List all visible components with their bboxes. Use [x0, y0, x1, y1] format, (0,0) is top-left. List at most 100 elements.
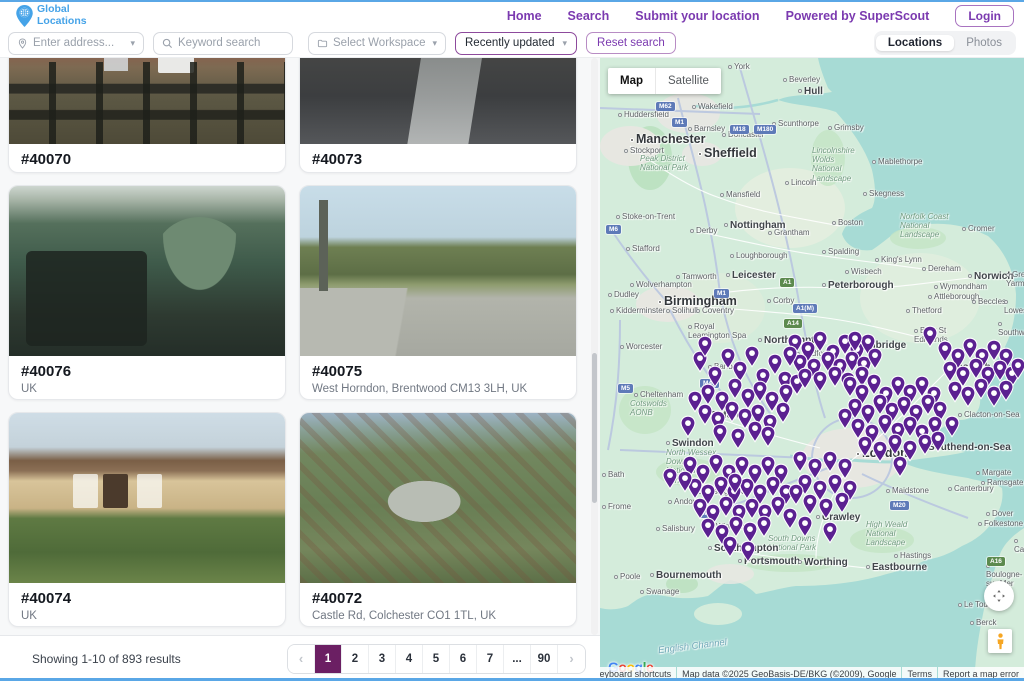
map-pin[interactable]: [793, 451, 807, 472]
map-pin[interactable]: [721, 348, 735, 369]
map-pin[interactable]: [838, 458, 852, 479]
map-pin[interactable]: [768, 354, 782, 375]
pagination-page-4[interactable]: 4: [396, 645, 423, 673]
map-pin[interactable]: [819, 498, 833, 519]
map-pin[interactable]: [757, 516, 771, 537]
workspace-select[interactable]: Select Workspace ▾: [308, 32, 446, 55]
pagination-page-2[interactable]: 2: [342, 645, 369, 673]
app-logo[interactable]: GlobalLocations: [16, 4, 87, 26]
map-pin[interactable]: [969, 358, 983, 379]
map-pin[interactable]: [948, 381, 962, 402]
map-pin[interactable]: [731, 428, 745, 449]
map-pin[interactable]: [931, 431, 945, 452]
pan-control-button[interactable]: [984, 581, 1014, 611]
map-pin[interactable]: [943, 361, 957, 382]
login-button[interactable]: Login: [955, 5, 1014, 27]
pagination-page-...[interactable]: ...: [504, 645, 531, 673]
map-pin[interactable]: [741, 388, 755, 409]
list-scrollbar[interactable]: [591, 58, 598, 635]
map-pin[interactable]: [748, 421, 762, 442]
map-pin[interactable]: [823, 451, 837, 472]
toggle-locations[interactable]: Locations: [876, 35, 954, 51]
map-pin[interactable]: [728, 378, 742, 399]
map-panel[interactable]: YorkLeedsBradfordBeverleyHullWakefieldHu…: [600, 58, 1024, 681]
map-pin[interactable]: [873, 441, 887, 462]
map-pin[interactable]: [708, 366, 722, 387]
map-pin[interactable]: [745, 498, 759, 519]
pagination-page-1[interactable]: 1: [315, 645, 342, 673]
location-card-40074[interactable]: #40074 UK: [8, 412, 286, 627]
map-pin[interactable]: [987, 386, 1001, 407]
nav-submit-location[interactable]: Submit your location: [635, 9, 759, 23]
address-input[interactable]: Enter address... ▾: [8, 32, 144, 55]
pagination-page-6[interactable]: 6: [450, 645, 477, 673]
map-pin[interactable]: [851, 418, 865, 439]
map-pin[interactable]: [945, 416, 959, 437]
pagination-page-5[interactable]: 5: [423, 645, 450, 673]
map-pin[interactable]: [903, 440, 917, 461]
map-pin[interactable]: [693, 498, 707, 519]
location-card-40075[interactable]: #40075 West Horndon, Brentwood CM13 3LH,…: [299, 185, 577, 400]
map-type-map[interactable]: Map: [608, 68, 655, 94]
map-pin[interactable]: [897, 396, 911, 417]
nav-powered-by[interactable]: Powered by SuperScout: [786, 9, 930, 23]
map-pin[interactable]: [713, 424, 727, 445]
map-pin[interactable]: [709, 454, 723, 475]
map-pin[interactable]: [681, 416, 695, 437]
map-pin[interactable]: [714, 476, 728, 497]
map-pin[interactable]: [903, 416, 917, 437]
map-pin[interactable]: [698, 404, 712, 425]
map-pin[interactable]: [725, 401, 739, 422]
location-card-40073[interactable]: #40073: [299, 58, 577, 173]
keyword-search-input[interactable]: Keyword search: [153, 32, 293, 55]
map-pin[interactable]: [701, 518, 715, 539]
scrollbar-thumb[interactable]: [592, 353, 597, 503]
map-pin[interactable]: [743, 522, 757, 543]
location-card-40072[interactable]: #40072 Castle Rd, Colchester CO1 1TL, UK: [299, 412, 577, 627]
pegman-button[interactable]: [988, 629, 1012, 653]
sort-select[interactable]: Recently updated ▾: [455, 32, 577, 55]
map-pin[interactable]: [828, 366, 842, 387]
location-card-40076[interactable]: #40076 UK: [8, 185, 286, 400]
map-pin[interactable]: [993, 360, 1007, 381]
map-pin[interactable]: [974, 378, 988, 399]
map-pin[interactable]: [745, 346, 759, 367]
map-pin[interactable]: [766, 476, 780, 497]
map-pin[interactable]: [723, 536, 737, 557]
map-pin[interactable]: [893, 456, 907, 477]
map-pin[interactable]: [789, 484, 803, 505]
map-pin[interactable]: [701, 384, 715, 405]
map-pin[interactable]: [961, 386, 975, 407]
map-pin[interactable]: [938, 341, 952, 362]
cards-viewport[interactable]: #40070 #40073 #40076 UK #40075 West Horn…: [0, 58, 600, 635]
pagination-page-7[interactable]: 7: [477, 645, 504, 673]
map-pin[interactable]: [761, 456, 775, 477]
map-pin[interactable]: [888, 434, 902, 455]
map-pin[interactable]: [918, 434, 932, 455]
pagination-page-3[interactable]: 3: [369, 645, 396, 673]
map-pin[interactable]: [803, 494, 817, 515]
map-pin[interactable]: [808, 458, 822, 479]
map-pin[interactable]: [987, 340, 1001, 361]
nav-home[interactable]: Home: [507, 9, 542, 23]
pagination-next[interactable]: ›: [558, 645, 585, 673]
map-pin[interactable]: [843, 376, 857, 397]
map-pin[interactable]: [835, 492, 849, 513]
map-pin[interactable]: [838, 408, 852, 429]
map-type-satellite[interactable]: Satellite: [655, 68, 721, 94]
toggle-photos[interactable]: Photos: [954, 35, 1014, 51]
reset-search-button[interactable]: Reset search: [586, 32, 676, 54]
map-pin[interactable]: [878, 414, 892, 435]
map-pin[interactable]: [828, 474, 842, 495]
map-pin[interactable]: [783, 508, 797, 529]
map-pin[interactable]: [779, 384, 793, 405]
nav-search[interactable]: Search: [568, 9, 610, 23]
map-pin[interactable]: [663, 468, 677, 489]
map-pin[interactable]: [741, 541, 755, 562]
map-pin[interactable]: [858, 436, 872, 457]
map-pin[interactable]: [813, 371, 827, 392]
map-pin[interactable]: [823, 522, 837, 543]
map-pin[interactable]: [999, 380, 1013, 401]
location-pins-layer[interactable]: [600, 58, 1024, 681]
map-pin[interactable]: [761, 426, 775, 447]
